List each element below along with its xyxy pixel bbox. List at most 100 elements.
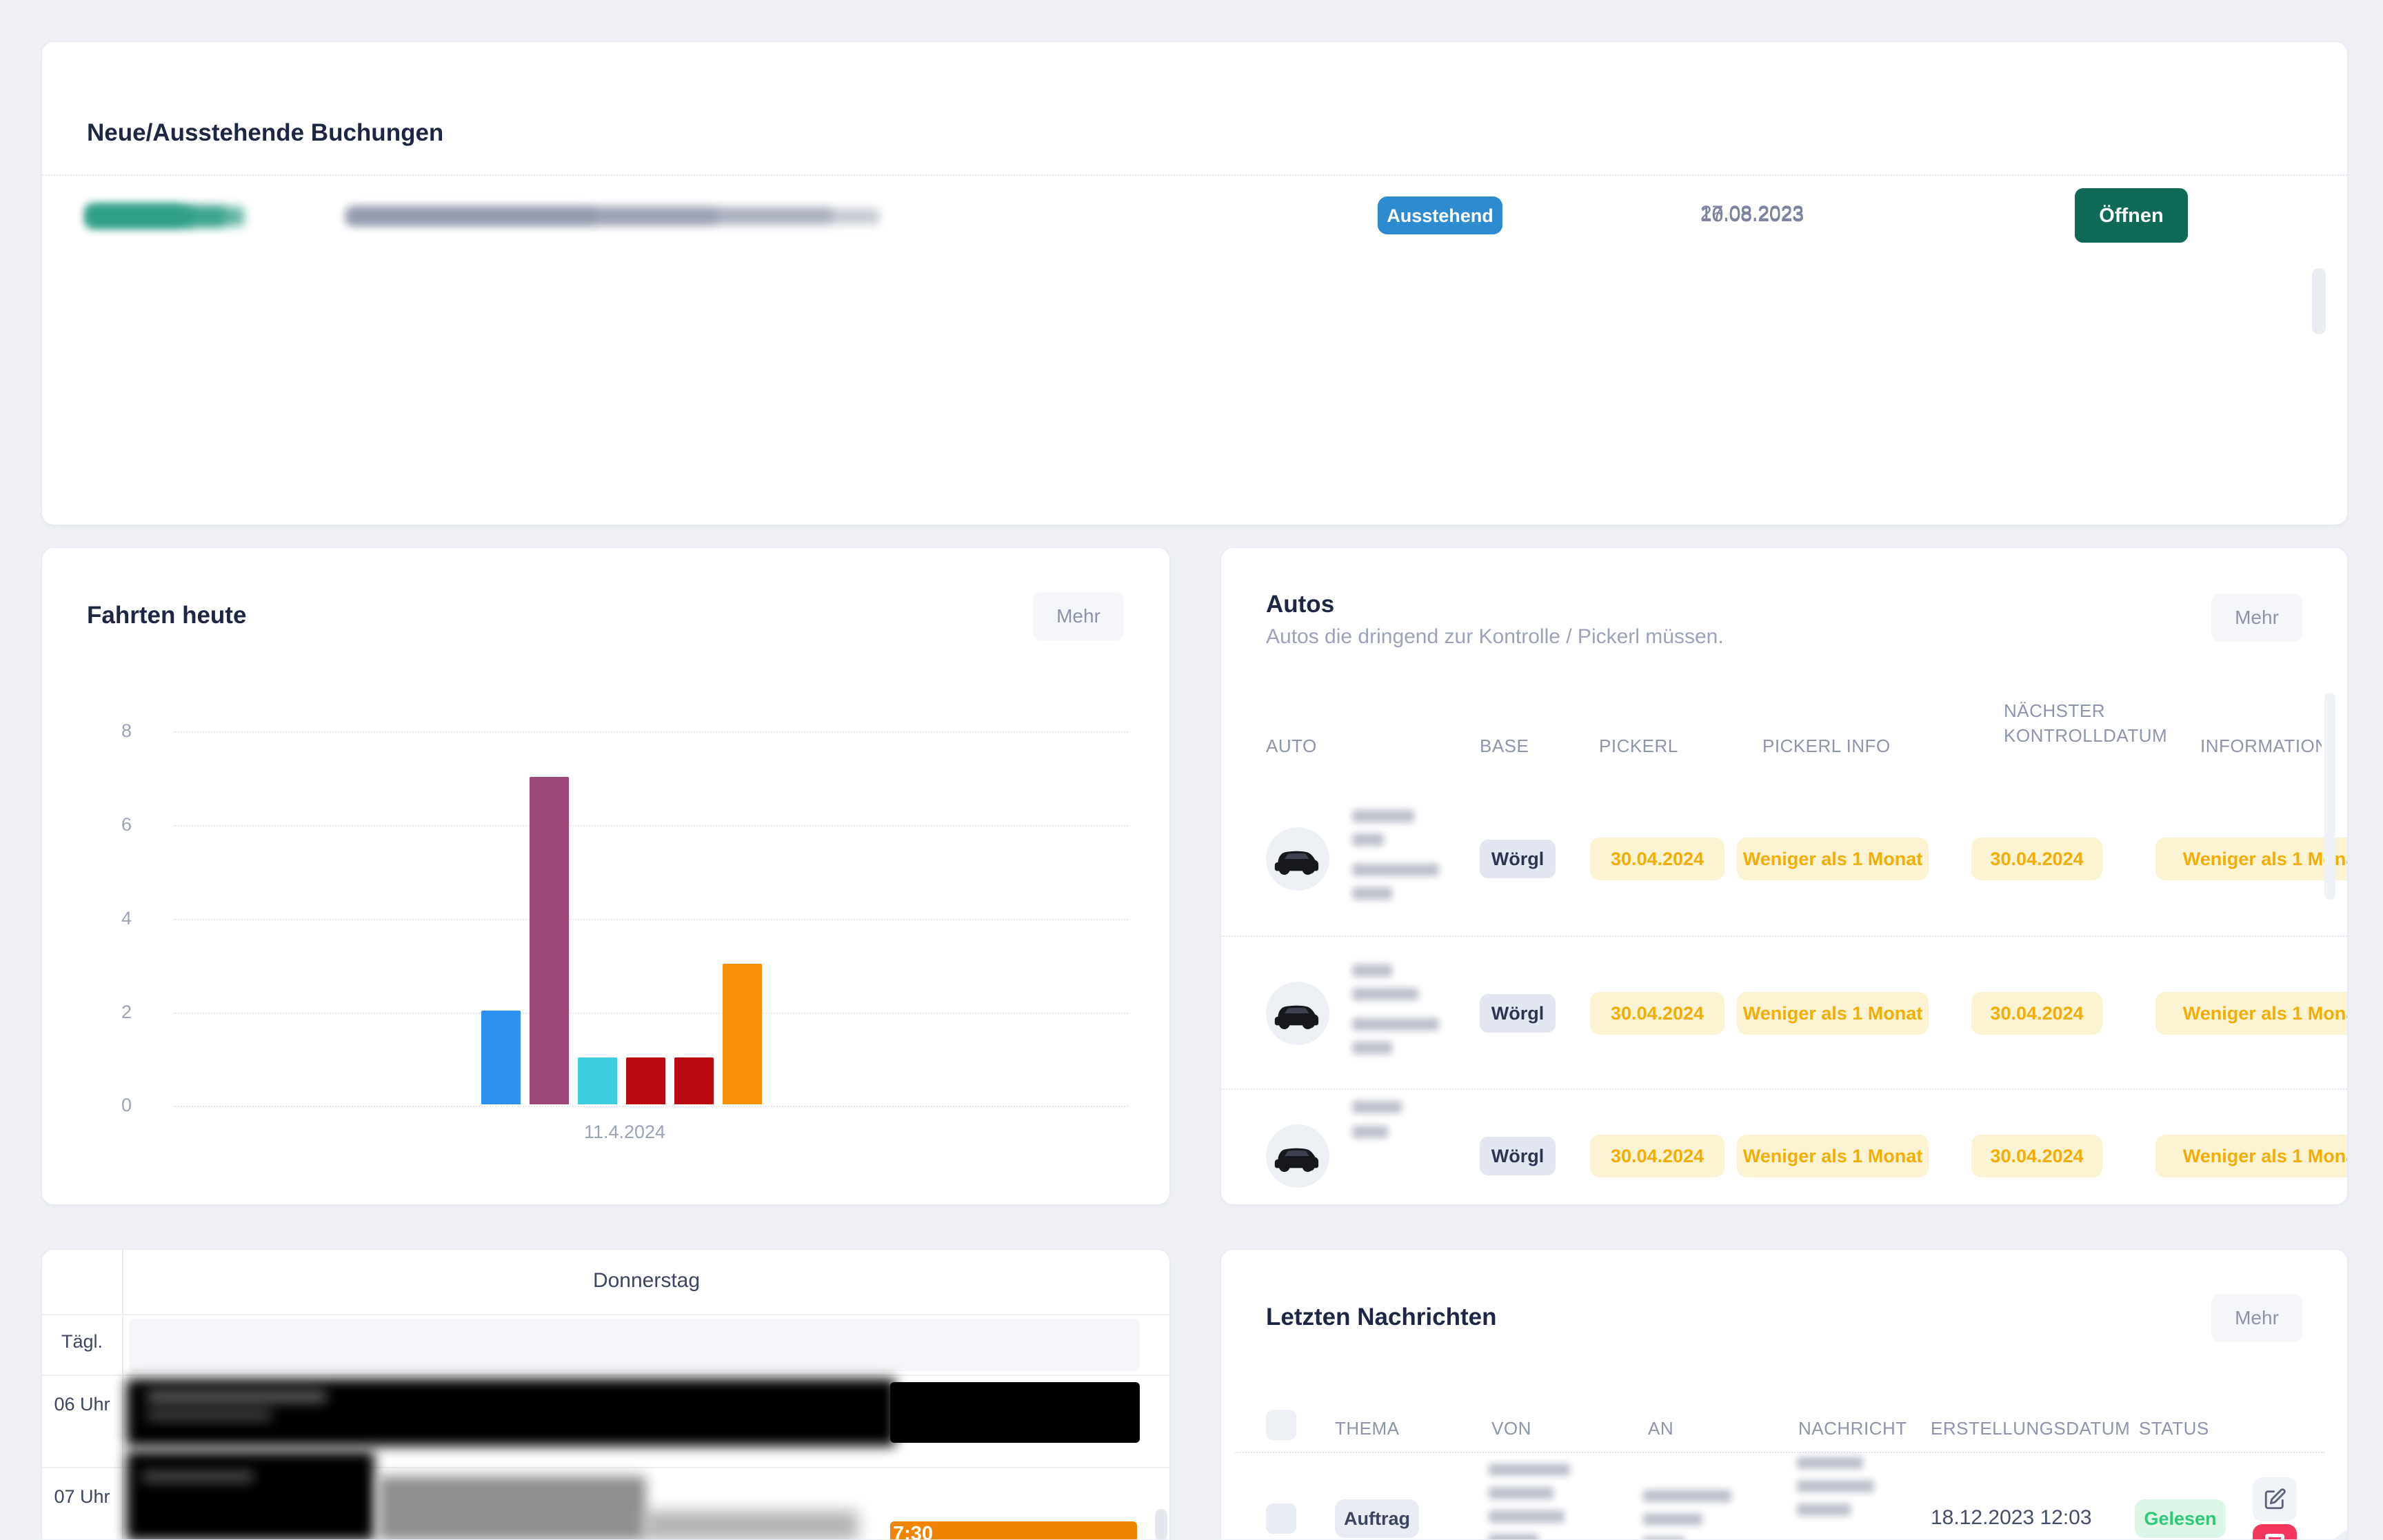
- y-tick: 8: [70, 720, 132, 742]
- col-next-check: NÄCHSTER KONTROLLDATUM: [2004, 698, 2183, 748]
- y-tick: 2: [70, 1002, 132, 1023]
- slot-label-07: 07 Uhr: [42, 1486, 122, 1508]
- booking-date: 10.08.2023: [1662, 203, 1842, 227]
- car-name-redacted: [1352, 988, 1418, 1000]
- von-redacted: [1489, 1487, 1554, 1499]
- col-pickerl: PICKERL: [1599, 736, 1678, 757]
- car-name-redacted: [1352, 810, 1414, 822]
- event-time: 7:30: [893, 1523, 933, 1540]
- all-day-band: [129, 1319, 1140, 1371]
- created-date: 18.12.2023 12:03: [1931, 1506, 2092, 1530]
- calendar-day-header: Donnerstag: [122, 1269, 1170, 1293]
- auto-row[interactable]: Wörgl 30.04.2024 Weniger als 1 Monat 30.…: [1221, 1088, 2347, 1205]
- col-thema: THEMA: [1335, 1418, 1400, 1439]
- car-name-redacted: [1352, 887, 1392, 900]
- next-check-badge: 30.04.2024: [1971, 838, 2102, 880]
- bar-1: [530, 777, 569, 1104]
- bar-group: [481, 730, 762, 1104]
- car-name-redacted: [1352, 1126, 1388, 1138]
- car-icon: [1271, 1130, 1324, 1182]
- auto-row[interactable]: Wörgl 30.04.2024 Weniger als 1 Monat 30.…: [1221, 782, 2347, 935]
- base-badge: Wörgl: [1480, 840, 1556, 878]
- information-badge: Weniger als 1 Monat: [2155, 838, 2348, 880]
- status-badge: Ausstehend: [1378, 198, 1502, 234]
- y-tick: 6: [70, 814, 132, 835]
- calendar-event-redacted[interactable]: [126, 1451, 374, 1540]
- car-name-redacted: [1352, 964, 1392, 977]
- car-avatar: [1266, 827, 1329, 891]
- messages-more-button[interactable]: Mehr: [2211, 1294, 2302, 1342]
- car-name-redacted: [1352, 1018, 1439, 1031]
- von-redacted: [1489, 1534, 1538, 1540]
- car-icon: [1271, 833, 1324, 885]
- auto-row[interactable]: Wörgl 30.04.2024 Weniger als 1 Monat 30.…: [1221, 935, 2347, 1088]
- edit-button[interactable]: [2253, 1477, 2297, 1521]
- bar-0: [481, 1011, 521, 1104]
- calendar-panel: Donnerstag Tägl. 06 Uhr 07 Uhr 7:30: [41, 1249, 1170, 1540]
- an-redacted: [1643, 1537, 1685, 1540]
- open-button[interactable]: Öffnen: [2075, 190, 2188, 243]
- select-all-checkbox[interactable]: [1266, 1410, 1296, 1440]
- car-icon: [1271, 987, 1324, 1040]
- header-separator: [1235, 1452, 2324, 1453]
- grid-line: [42, 1375, 1169, 1376]
- base-badge: Wörgl: [1480, 1137, 1556, 1175]
- autos-title: Autos: [1266, 591, 1334, 618]
- calendar-scrollbar[interactable]: [1155, 1509, 1167, 1540]
- calendar-event-orange[interactable]: 7:30: [890, 1521, 1137, 1540]
- booking-id-redacted: [88, 207, 244, 226]
- col-erstellungsdatum: ERSTELLUNGSDATUM: [1931, 1418, 2130, 1439]
- delete-button[interactable]: [2253, 1524, 2297, 1540]
- base-badge: Wörgl: [1480, 994, 1556, 1033]
- pending-bookings-panel: Neue/Ausstehende Buchungen Ausstehend 27…: [41, 41, 2348, 525]
- autos-scrollbar[interactable]: [2324, 693, 2335, 900]
- car-name-redacted: [1352, 833, 1384, 846]
- time-column-divider: [122, 1250, 123, 1539]
- col-an: AN: [1648, 1418, 1673, 1439]
- an-redacted: [1643, 1490, 1731, 1502]
- y-tick: 4: [70, 908, 132, 929]
- pickerl-badge: 30.04.2024: [1590, 1135, 1725, 1177]
- von-redacted: [1489, 1463, 1570, 1476]
- col-base: BASE: [1480, 736, 1529, 757]
- calendar-event-redacted[interactable]: [126, 1379, 896, 1446]
- nachricht-redacted: [1797, 1503, 1851, 1516]
- grid-line: [42, 1314, 1169, 1315]
- status-read-badge: Gelesen: [2135, 1499, 2226, 1538]
- booking-row[interactable]: Ausstehend 10.08.2023 Öffnen: [42, 174, 2347, 255]
- messages-title: Letzten Nachrichten: [1266, 1304, 1497, 1331]
- slot-label-06: 06 Uhr: [42, 1394, 122, 1415]
- row-checkbox[interactable]: [1266, 1503, 1296, 1534]
- col-status: STATUS: [2139, 1418, 2209, 1439]
- information-badge: Weniger als 1 Monat: [2155, 1135, 2348, 1177]
- y-tick: 0: [70, 1095, 132, 1116]
- corner-decoration-circle: [2297, 1515, 2348, 1540]
- bar-5: [723, 964, 762, 1104]
- pencil-icon: [2263, 1488, 2286, 1511]
- bookings-title: Neue/Ausstehende Buchungen: [87, 119, 443, 147]
- von-redacted: [1489, 1510, 1565, 1523]
- next-check-badge: 30.04.2024: [1971, 992, 2102, 1035]
- information-badge: Weniger als 1 Monat: [2155, 992, 2348, 1035]
- bar-3: [626, 1057, 665, 1104]
- col-information: INFORMATION: [2200, 736, 2322, 757]
- car-name-redacted: [1352, 1101, 1402, 1113]
- autos-panel: Autos Autos die dringend zur Kontrolle /…: [1220, 547, 2348, 1205]
- trips-more-button[interactable]: Mehr: [1033, 592, 1124, 640]
- car-name-redacted: [1352, 1042, 1392, 1054]
- nachricht-redacted: [1797, 1480, 1874, 1492]
- bar-2: [578, 1057, 617, 1104]
- vertical-scrollbar[interactable]: [2312, 268, 2326, 334]
- pickerl-badge: 30.04.2024: [1590, 838, 1725, 880]
- car-avatar: [1266, 1124, 1329, 1188]
- x-axis-label: 11.4.2024: [476, 1122, 773, 1143]
- calendar-event-redacted[interactable]: [643, 1510, 858, 1540]
- autos-more-button[interactable]: Mehr: [2211, 594, 2302, 642]
- nachricht-redacted: [1797, 1457, 1863, 1469]
- next-check-badge: 30.04.2024: [1971, 1135, 2102, 1177]
- calendar-event-redacted[interactable]: [379, 1476, 646, 1540]
- autos-subtitle: Autos die dringend zur Kontrolle / Picke…: [1266, 625, 1724, 649]
- bar-4: [674, 1057, 714, 1104]
- pickerl-info-badge: Weniger als 1 Monat: [1737, 992, 1929, 1035]
- calendar-event[interactable]: [890, 1382, 1140, 1443]
